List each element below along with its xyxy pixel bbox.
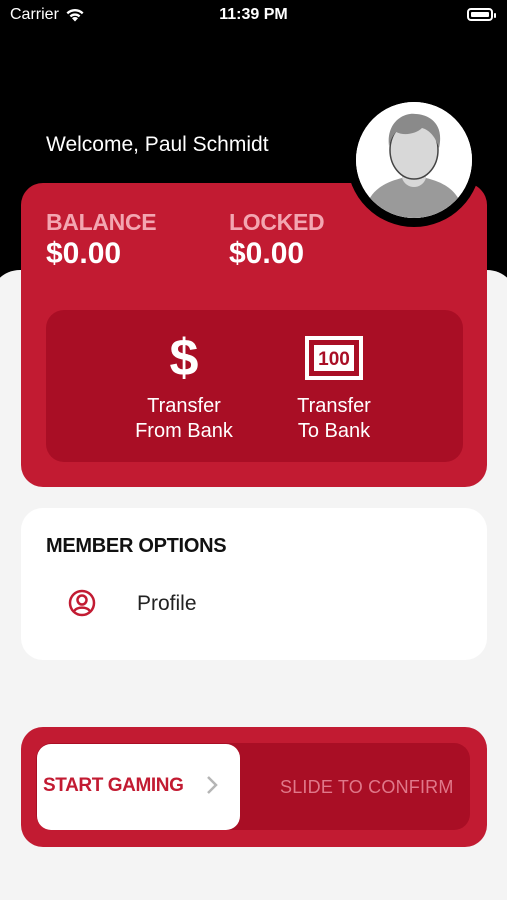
balance-label: BALANCE [46, 209, 157, 235]
profile-menu-item[interactable]: Profile [21, 578, 487, 628]
avatar[interactable] [347, 93, 481, 227]
welcome-text: Welcome, Paul Schmidt [46, 133, 269, 156]
chevron-right-icon [207, 776, 218, 794]
battery-icon [467, 8, 496, 21]
transfer-to-bank-button[interactable]: 100 Transfer To Bank [259, 332, 409, 444]
status-bar: Carrier 11:39 PM [0, 0, 507, 32]
start-gaming-knob[interactable]: START GAMING [37, 744, 240, 830]
locked-label: LOCKED [229, 209, 325, 235]
profile-icon [68, 589, 96, 617]
balance-card: BALANCE $0.00 LOCKED $0.00 $ Transfer Fr… [21, 183, 487, 487]
member-options-title: MEMBER OPTIONS [46, 535, 227, 557]
profile-label: Profile [137, 592, 197, 615]
slide-to-confirm-hint: SLIDE TO CONFIRM [280, 777, 454, 797]
balance-value: $0.00 [46, 237, 122, 270]
transfer-from-bank-button[interactable]: $ Transfer From Bank [109, 332, 259, 444]
avatar-image [356, 102, 472, 218]
member-options-card: MEMBER OPTIONS Profile [21, 508, 487, 660]
start-gaming-label: START GAMING [43, 775, 184, 796]
locked-value: $0.00 [229, 237, 305, 270]
status-time: 11:39 PM [219, 6, 288, 23]
dollar-icon: $ [169, 329, 199, 387]
start-gaming-slider: SLIDE TO CONFIRM START GAMING [21, 727, 487, 847]
transfer-to-bank-line2: To Bank [297, 420, 371, 442]
banknote-icon: 100 [305, 336, 363, 380]
transfer-to-bank-line1: Transfer [297, 395, 371, 417]
transfer-from-bank-line1: Transfer [147, 395, 221, 417]
user-silhouette-icon [356, 102, 472, 218]
transfer-actions-panel: $ Transfer From Bank 100 Transfer To Ban… [46, 310, 463, 462]
transfer-from-bank-line2: From Bank [135, 420, 233, 442]
banknote-icon-text: 100 [318, 349, 350, 370]
